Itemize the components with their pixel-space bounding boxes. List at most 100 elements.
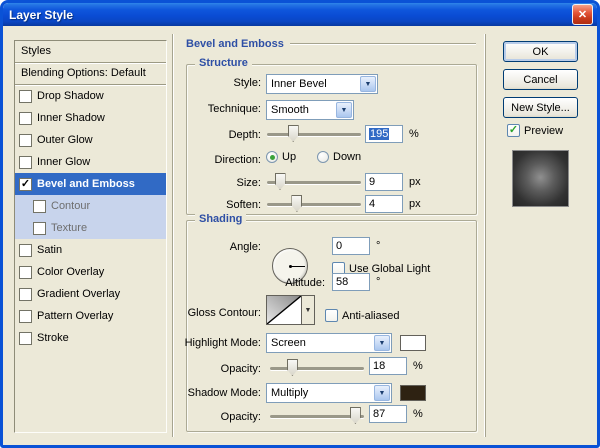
gloss-contour-label: Gloss Contour:: [188, 307, 261, 319]
sidebar-item-contour[interactable]: Contour: [15, 195, 166, 217]
sidebar-item-label: Contour: [51, 200, 90, 212]
shadow-mode-select[interactable]: Multiply ▼: [266, 383, 392, 403]
chevron-down-icon[interactable]: ▼: [336, 102, 352, 118]
direction-down-radio[interactable]: [317, 151, 329, 163]
sidebar-item-pattern-overlay[interactable]: Pattern Overlay: [15, 305, 166, 327]
sidebar-item-label: Texture: [51, 222, 87, 234]
sidebar-item-satin[interactable]: Satin: [15, 239, 166, 261]
titlebar[interactable]: Layer Style ✕: [3, 3, 597, 26]
slider-track[interactable]: [267, 133, 361, 136]
close-button[interactable]: ✕: [572, 4, 593, 25]
highlight-mode-select[interactable]: Screen ▼: [266, 333, 392, 353]
shading-group: Shading Angle: 0 ° Use Global Light Alti…: [186, 220, 477, 432]
stroke-checkbox[interactable]: [19, 332, 32, 345]
sidebar-item-bevel-and-emboss[interactable]: ✓ Bevel and Emboss: [15, 173, 166, 195]
size-input[interactable]: 9: [365, 173, 403, 191]
gradient-overlay-checkbox[interactable]: [19, 288, 32, 301]
preview-checkbox[interactable]: ✓: [507, 124, 520, 137]
direction-up-option[interactable]: Up: [266, 151, 296, 163]
ok-button[interactable]: OK: [503, 41, 578, 62]
depth-input[interactable]: 195: [365, 125, 403, 143]
size-slider[interactable]: [267, 173, 361, 190]
slider-track[interactable]: [270, 367, 364, 370]
sidebar-item-gradient-overlay[interactable]: Gradient Overlay: [15, 283, 166, 305]
highlight-opacity-value: 18: [373, 360, 385, 372]
shadow-opacity-value: 87: [373, 408, 385, 420]
color-overlay-checkbox[interactable]: [19, 266, 32, 279]
page-title: Bevel and Emboss: [186, 38, 284, 50]
direction-up-radio[interactable]: [266, 151, 278, 163]
soften-input[interactable]: 4: [365, 195, 403, 213]
slider-thumb[interactable]: [275, 173, 286, 190]
layer-style-dialog: Layer Style ✕ Styles Blending Options: D…: [0, 0, 600, 448]
direction-down-option[interactable]: Down: [317, 151, 361, 163]
sidebar-item-color-overlay[interactable]: Color Overlay: [15, 261, 166, 283]
sidebar-item-inner-glow[interactable]: Inner Glow: [15, 151, 166, 173]
sidebar-item-label: Outer Glow: [37, 134, 93, 146]
highlight-opacity-label: Opacity:: [221, 363, 261, 375]
gloss-contour-control[interactable]: ▼: [266, 295, 315, 325]
window-title: Layer Style: [9, 8, 572, 22]
contour-picker-arrow[interactable]: ▼: [302, 295, 315, 325]
dialog-content: Styles Blending Options: Default Drop Sh…: [3, 26, 597, 445]
sidebar-item-texture[interactable]: Texture: [15, 217, 166, 239]
gloss-contour-swatch[interactable]: [266, 295, 302, 325]
highlight-color-swatch[interactable]: [400, 335, 426, 351]
highlight-opacity-slider[interactable]: [270, 359, 364, 376]
shadow-opacity-slider[interactable]: [270, 407, 364, 424]
soften-slider[interactable]: [267, 195, 361, 212]
technique-select-value: Smooth: [267, 104, 335, 116]
anti-aliased-label: Anti-aliased: [342, 310, 399, 322]
shadow-mode-value: Multiply: [267, 387, 373, 399]
satin-checkbox[interactable]: [19, 244, 32, 257]
anti-aliased-checkbox[interactable]: [325, 309, 338, 322]
soften-label: Soften:: [226, 199, 261, 211]
radio-dot: [270, 155, 275, 160]
anti-aliased-option[interactable]: Anti-aliased: [325, 309, 399, 322]
sidebar-item-drop-shadow[interactable]: Drop Shadow: [15, 85, 166, 107]
angle-value: 0: [336, 240, 342, 252]
sidebar-item-blending-options[interactable]: Blending Options: Default: [15, 63, 166, 85]
sidebar-item-label: Inner Shadow: [37, 112, 105, 124]
depth-value: 195: [369, 128, 389, 140]
inner-glow-checkbox[interactable]: [19, 156, 32, 169]
shadow-opacity-unit: %: [413, 408, 423, 420]
preview-option[interactable]: ✓ Preview: [507, 124, 563, 137]
sidebar-item-stroke[interactable]: Stroke: [15, 327, 166, 349]
shadow-opacity-input[interactable]: 87: [369, 405, 407, 423]
slider-thumb[interactable]: [350, 407, 361, 424]
slider-track[interactable]: [267, 203, 361, 206]
technique-select[interactable]: Smooth ▼: [266, 100, 354, 120]
slider-thumb[interactable]: [287, 359, 298, 376]
angle-unit: °: [376, 240, 380, 252]
bevel-and-emboss-checkbox[interactable]: ✓: [19, 178, 32, 191]
highlight-opacity-unit: %: [413, 360, 423, 372]
chevron-down-icon[interactable]: ▼: [374, 335, 390, 351]
pattern-overlay-checkbox[interactable]: [19, 310, 32, 323]
altitude-input[interactable]: 58: [332, 273, 370, 291]
chevron-down-icon[interactable]: ▼: [360, 76, 376, 92]
sidebar-item-outer-glow[interactable]: Outer Glow: [15, 129, 166, 151]
depth-slider[interactable]: [267, 125, 361, 142]
style-select[interactable]: Inner Bevel ▼: [266, 74, 378, 94]
direction-label: Direction:: [215, 154, 261, 166]
new-style-button[interactable]: New Style...: [503, 97, 578, 118]
slider-thumb[interactable]: [288, 125, 299, 142]
contour-checkbox[interactable]: [33, 200, 46, 213]
direction-up-label: Up: [282, 151, 296, 163]
style-label: Style:: [233, 77, 261, 89]
highlight-opacity-input[interactable]: 18: [369, 357, 407, 375]
angle-input[interactable]: 0: [332, 237, 370, 255]
slider-thumb[interactable]: [291, 195, 302, 212]
inner-shadow-checkbox[interactable]: [19, 112, 32, 125]
drop-shadow-checkbox[interactable]: [19, 90, 32, 103]
cancel-button[interactable]: Cancel: [503, 69, 578, 90]
texture-checkbox[interactable]: [33, 222, 46, 235]
angle-dial-center: [289, 265, 292, 268]
sidebar-item-label: Satin: [37, 244, 62, 256]
shadow-color-swatch[interactable]: [400, 385, 426, 401]
outer-glow-checkbox[interactable]: [19, 134, 32, 147]
highlight-mode-value: Screen: [267, 337, 373, 349]
sidebar-item-inner-shadow[interactable]: Inner Shadow: [15, 107, 166, 129]
chevron-down-icon[interactable]: ▼: [374, 385, 390, 401]
